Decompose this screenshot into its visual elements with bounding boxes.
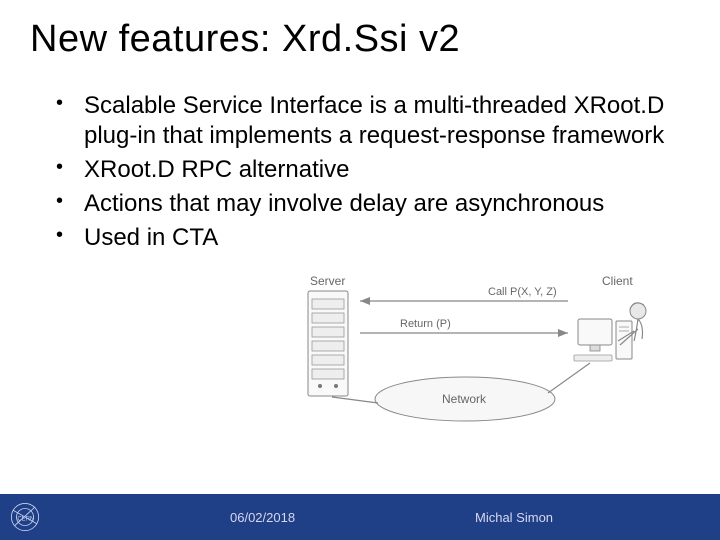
bullet-list: Scalable Service Interface is a multi-th… — [50, 91, 680, 253]
call-arrow — [360, 297, 568, 305]
server-icon — [308, 291, 348, 396]
client-label: Client — [602, 274, 633, 288]
server-label: Server — [310, 274, 345, 288]
rpc-diagram: Server Client — [290, 271, 650, 441]
footer-date: 06/02/2018 — [230, 510, 295, 525]
slide-title: New features: Xrd.Ssi v2 — [0, 0, 720, 71]
return-arrow — [360, 329, 568, 337]
svg-text:CERN: CERN — [17, 516, 34, 522]
client-icon — [574, 303, 646, 361]
footer-author: Michal Simon — [475, 510, 553, 525]
return-label: Return (P) — [400, 318, 451, 330]
list-item: XRoot.D RPC alternative — [50, 155, 680, 185]
call-label: Call P(X, Y, Z) — [488, 286, 557, 298]
footer-bar: CERN 06/02/2018 Michal Simon — [0, 494, 720, 540]
network-label: Network — [442, 392, 487, 406]
list-item: Used in CTA — [50, 223, 680, 253]
list-item: Actions that may involve delay are async… — [50, 189, 680, 219]
list-item: Scalable Service Interface is a multi-th… — [50, 91, 680, 151]
slide-body: Scalable Service Interface is a multi-th… — [0, 71, 720, 494]
cern-logo-icon: CERN — [8, 500, 42, 534]
slide: New features: Xrd.Ssi v2 Scalable Servic… — [0, 0, 720, 540]
